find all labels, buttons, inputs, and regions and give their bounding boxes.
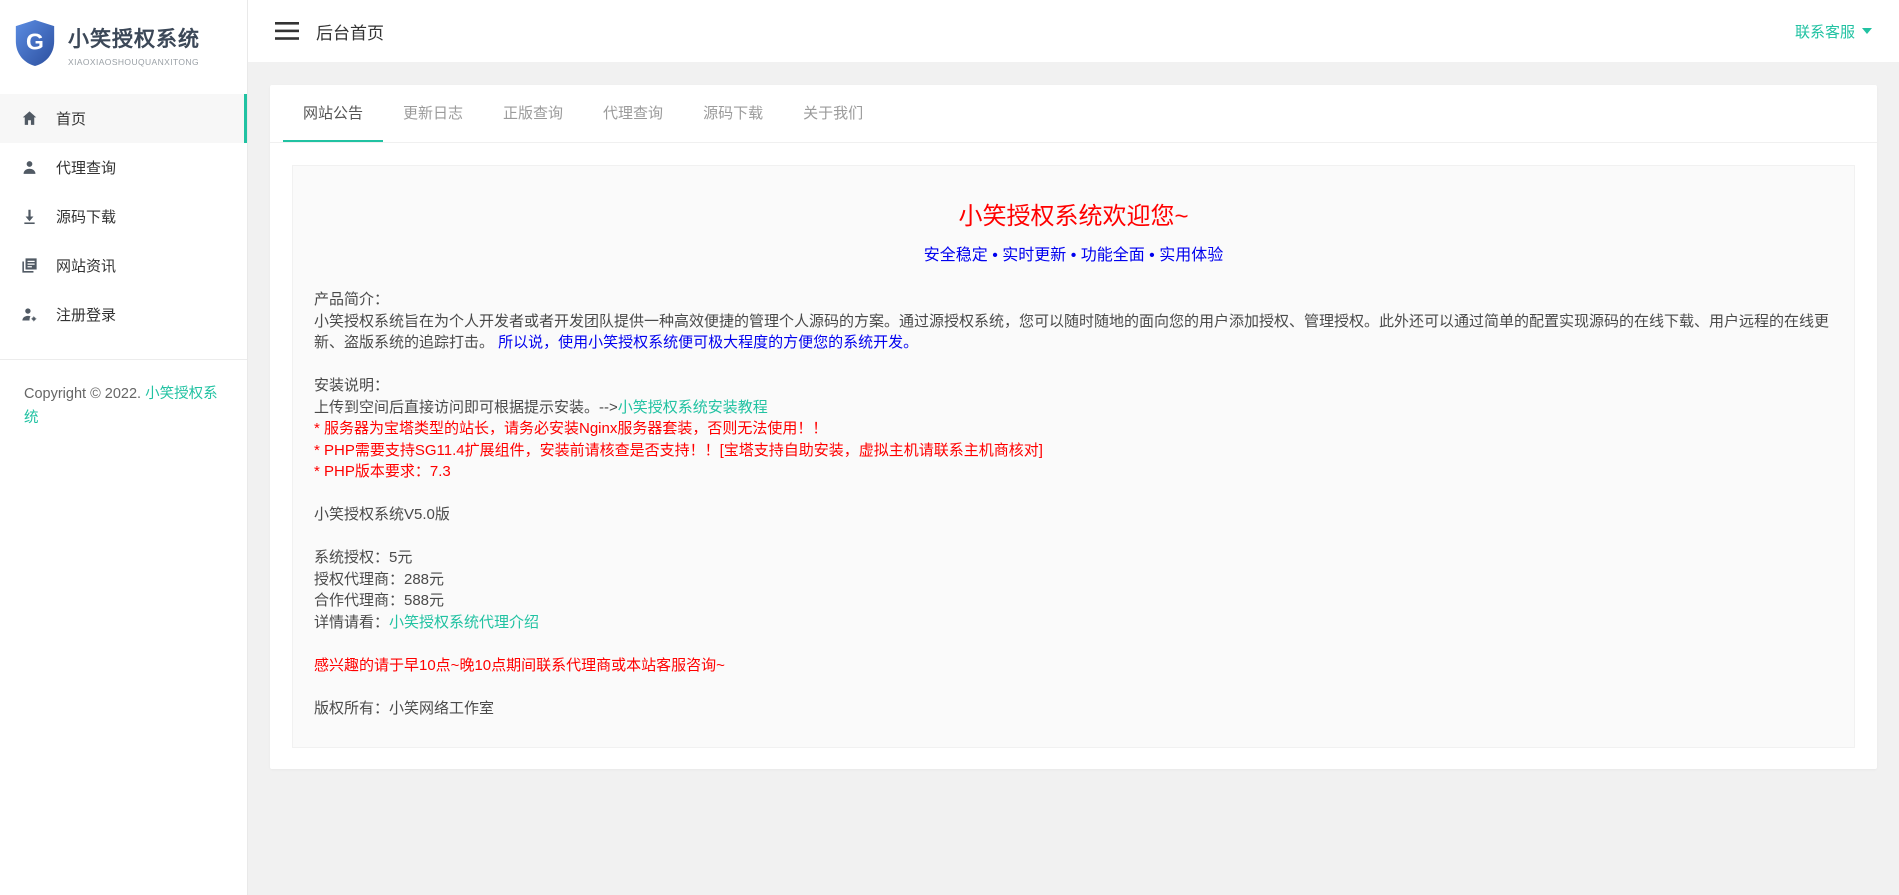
sidebar-item-label: 源码下载 xyxy=(56,206,116,227)
announcement-subtitle: 安全稳定 • 实时更新 • 功能全面 • 实用体验 xyxy=(314,241,1833,265)
register-icon xyxy=(19,305,39,325)
sidebar-item-site-news[interactable]: 网站资讯 xyxy=(0,241,247,290)
intro-label: 产品简介： xyxy=(314,289,1833,311)
shield-logo-icon: G xyxy=(12,18,58,73)
tab-about-us[interactable]: 关于我们 xyxy=(783,85,883,142)
main-area: 后台首页 联系客服 网站公告 更新日志 正版查询 代理查询 源码下载 关于我们 … xyxy=(248,0,1899,895)
sidebar-item-label: 首页 xyxy=(56,108,86,129)
warning-php-version: * PHP版本要求：7.3 xyxy=(314,461,1833,483)
announcement-box: 小笑授权系统欢迎您~ 安全稳定 • 实时更新 • 功能全面 • 实用体验 产品简… xyxy=(292,165,1855,748)
price-partner: 合作代理商：588元 xyxy=(314,590,1833,612)
app-root: G 小笑授权系统 XIAOXIAOSHOUQUANXITONG 首页 代理查询 xyxy=(0,0,1899,895)
sidebar-item-home[interactable]: 首页 xyxy=(0,94,247,143)
app-subtitle: XIAOXIAOSHOUQUANXITONG xyxy=(68,57,200,67)
agent-intro-link[interactable]: 小笑授权系统代理介绍 xyxy=(389,614,539,631)
sidebar-nav: 首页 代理查询 源码下载 网站资讯 xyxy=(0,94,247,339)
sidebar-item-register-login[interactable]: 注册登录 xyxy=(0,290,247,339)
tab-agent-query[interactable]: 代理查询 xyxy=(583,85,683,142)
tab-genuine-query[interactable]: 正版查询 xyxy=(483,85,583,142)
contact-service-label: 联系客服 xyxy=(1795,21,1855,42)
chevron-down-icon xyxy=(1862,28,1872,34)
tab-changelog[interactable]: 更新日志 xyxy=(383,85,483,142)
sidebar-item-label: 代理查询 xyxy=(56,157,116,178)
sidebar-item-agent-query[interactable]: 代理查询 xyxy=(0,143,247,192)
content-area: 网站公告 更新日志 正版查询 代理查询 源码下载 关于我们 小笑授权系统欢迎您~… xyxy=(248,62,1899,895)
price-agent: 授权代理商：288元 xyxy=(314,569,1833,591)
announcement-title: 小笑授权系统欢迎您~ xyxy=(314,196,1833,231)
hamburger-icon[interactable] xyxy=(275,22,299,40)
warning-nginx: * 服务器为宝塔类型的站长，请务必安装Nginx服务器套装，否则无法使用！！ xyxy=(314,418,1833,440)
sidebar-item-label: 网站资讯 xyxy=(56,255,116,276)
home-icon xyxy=(19,109,39,129)
announcement-card: 网站公告 更新日志 正版查询 代理查询 源码下载 关于我们 小笑授权系统欢迎您~… xyxy=(270,85,1877,769)
intro-highlight: 所以说，使用小笑授权系统便可极大程度的方便您的系统开发。 xyxy=(494,334,918,351)
tab-bar: 网站公告 更新日志 正版查询 代理查询 源码下载 关于我们 xyxy=(270,85,1877,143)
sidebar: G 小笑授权系统 XIAOXIAOSHOUQUANXITONG 首页 代理查询 xyxy=(0,0,248,895)
warning-sg11: * PHP需要支持SG11.4扩展组件，安装前请核查是否支持！！[宝塔支持自助安… xyxy=(314,440,1833,462)
install-tutorial-link[interactable]: 小笑授权系统安装教程 xyxy=(618,399,768,416)
sidebar-item-label: 注册登录 xyxy=(56,304,116,325)
download-icon xyxy=(19,207,39,227)
user-icon xyxy=(19,158,39,178)
install-text: 上传到空间后直接访问即可根据提示安装。--> xyxy=(314,399,618,416)
install-line: 上传到空间后直接访问即可根据提示安装。-->小笑授权系统安装教程 xyxy=(314,397,1833,419)
footer-line: 版权所有：小笑网络工作室 xyxy=(314,698,1833,720)
tab-site-announcement[interactable]: 网站公告 xyxy=(283,85,383,142)
contact-service-button[interactable]: 联系客服 xyxy=(1795,21,1872,42)
app-logo[interactable]: G 小笑授权系统 XIAOXIAOSHOUQUANXITONG xyxy=(0,0,247,90)
version-line: 小笑授权系统V5.0版 xyxy=(314,504,1833,526)
sidebar-item-source-download[interactable]: 源码下载 xyxy=(0,192,247,241)
app-title: 小笑授权系统 xyxy=(68,23,200,53)
intro-paragraph: 小笑授权系统旨在为个人开发者或者开发团队提供一种高效便捷的管理个人源码的方案。通… xyxy=(314,311,1833,354)
sidebar-copyright: Copyright © 2022. 小笑授权系统 xyxy=(0,360,247,452)
copyright-text: Copyright © 2022. xyxy=(24,386,145,402)
detail-line: 详情请看：小笑授权系统代理介绍 xyxy=(314,612,1833,634)
detail-label: 详情请看： xyxy=(314,614,389,631)
top-header: 后台首页 联系客服 xyxy=(248,0,1899,62)
install-label: 安装说明： xyxy=(314,375,1833,397)
svg-text:G: G xyxy=(26,28,44,54)
page-title: 后台首页 xyxy=(316,19,384,44)
contact-notice: 感兴趣的请于早10点~晚10点期间联系代理商或本站客服咨询~ xyxy=(314,655,1833,677)
news-icon xyxy=(19,256,39,276)
tab-source-download[interactable]: 源码下载 xyxy=(683,85,783,142)
price-system: 系统授权：5元 xyxy=(314,547,1833,569)
